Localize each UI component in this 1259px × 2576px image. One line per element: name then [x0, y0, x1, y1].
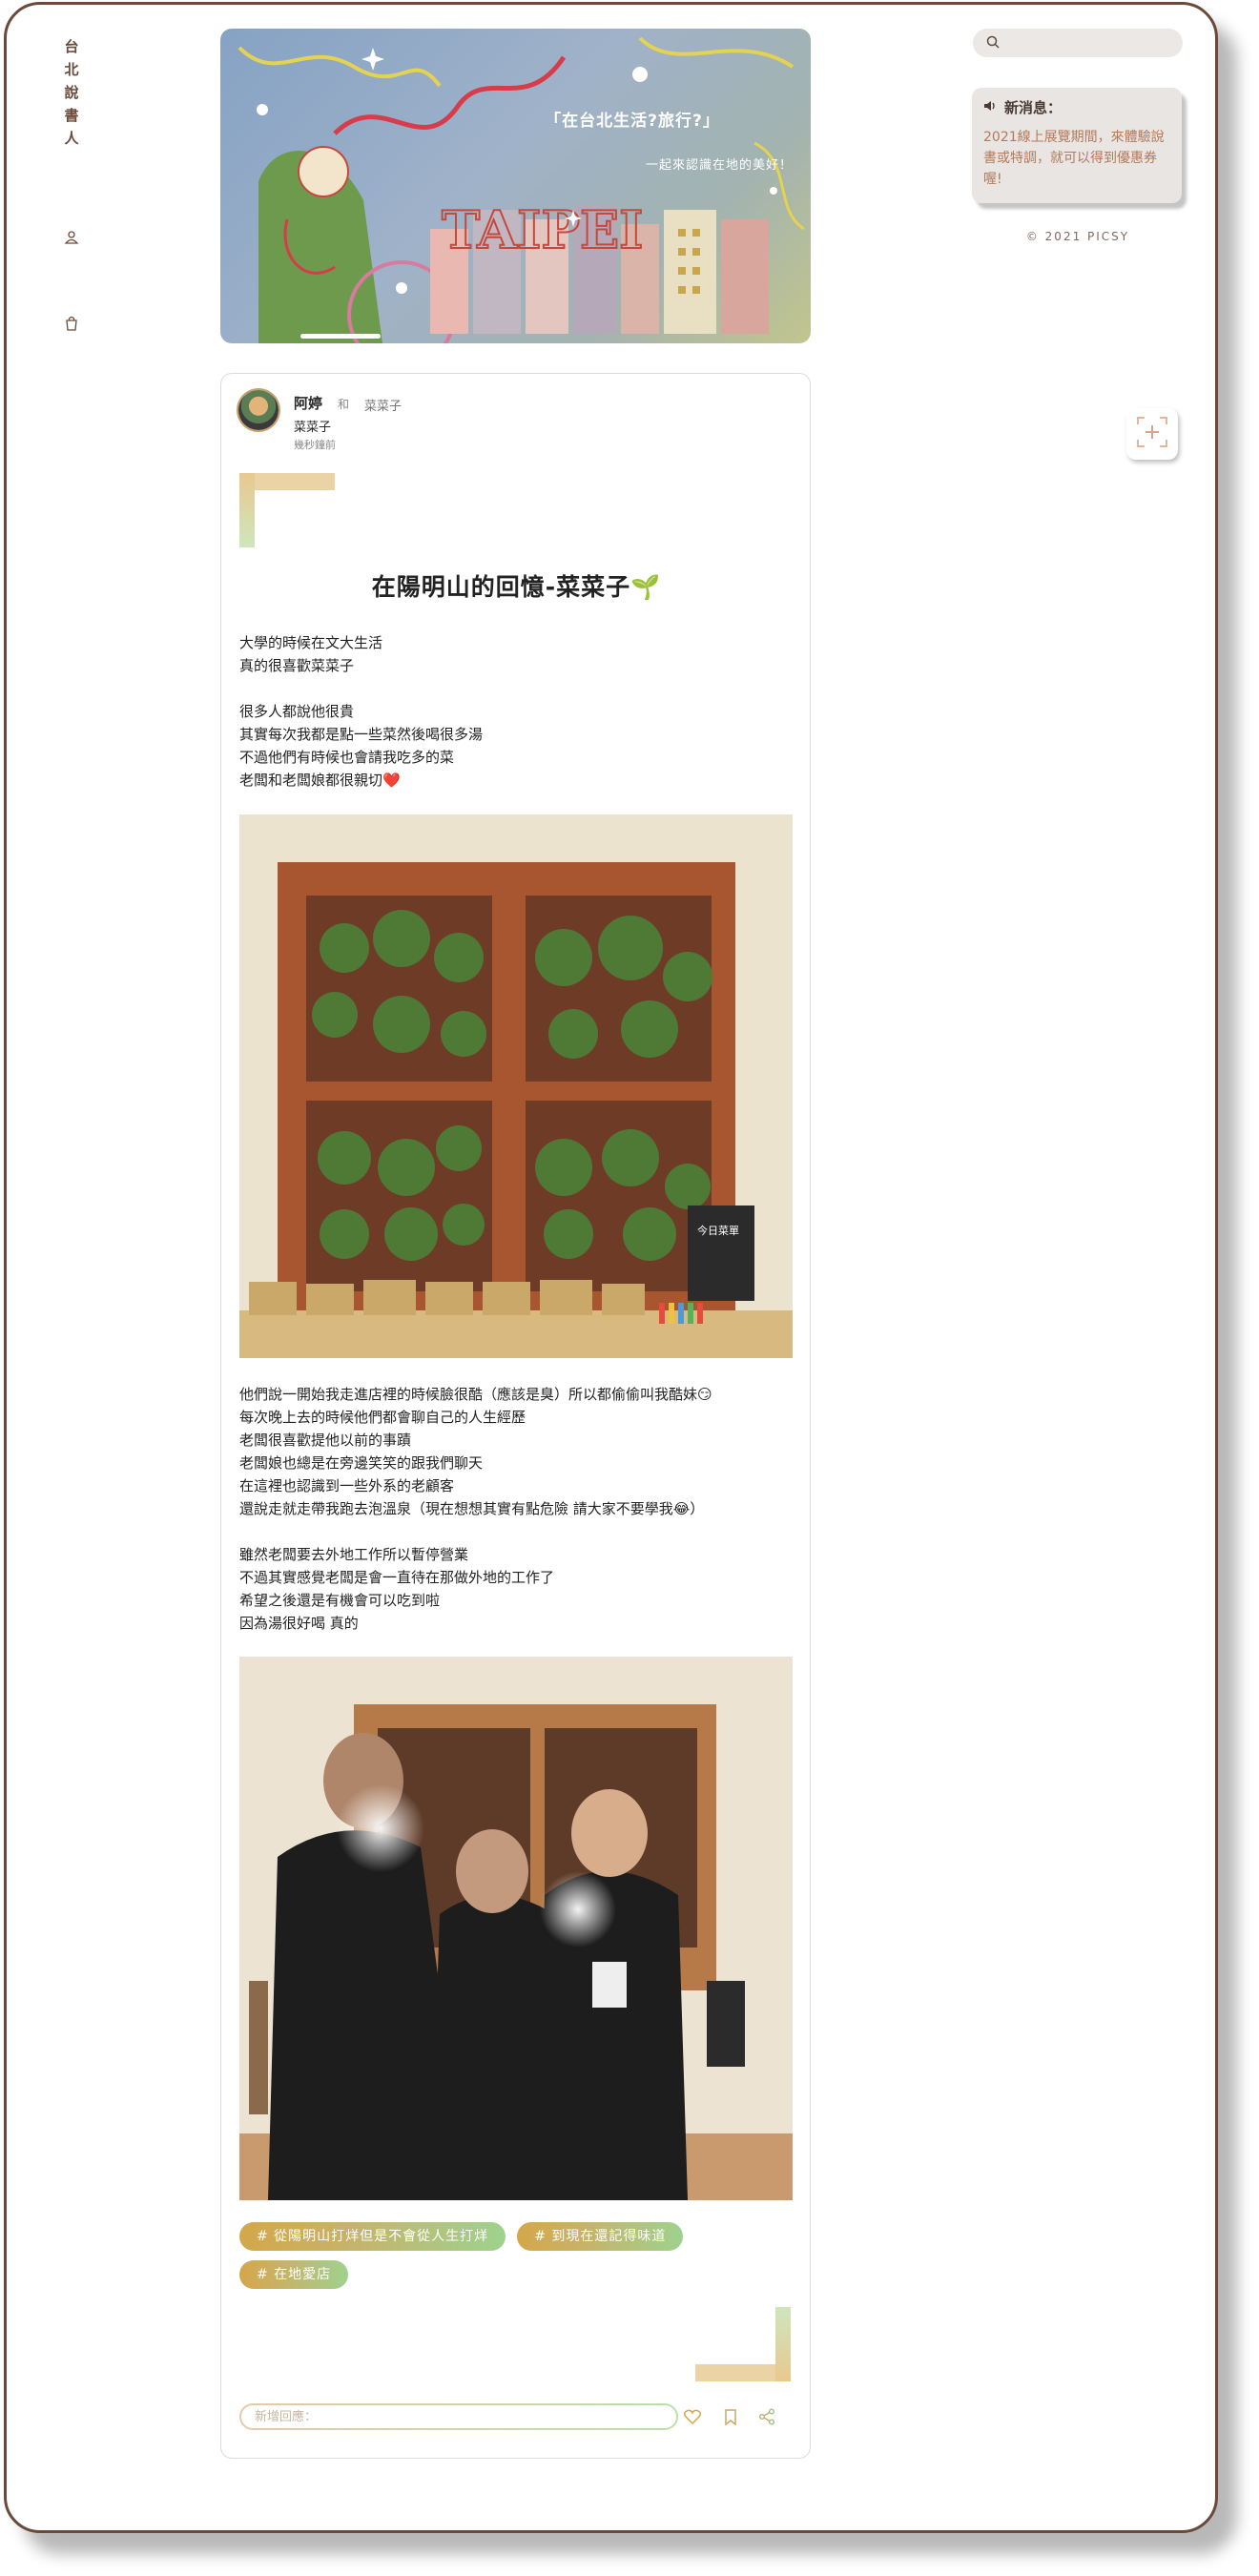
news-panel: 新消息： 2021線上展覽期間，來體驗說書或特調，就可以得到優惠券喔! — [972, 88, 1182, 203]
post-timestamp: 幾秒鐘前 — [294, 439, 336, 451]
hero-banner[interactable]: TAIPEI 「在台北生活?旅行?」 一起來認識在地的美好！ — [220, 29, 811, 343]
carousel-indicator[interactable] — [300, 334, 381, 339]
search-bar[interactable] — [973, 29, 1183, 57]
speaker-icon — [983, 99, 997, 116]
brand-char: 北 — [64, 61, 79, 78]
post-photo-group[interactable] — [239, 1657, 793, 2200]
user-icon[interactable] — [61, 227, 82, 248]
hashtag-chip[interactable]: # 從陽明山打烊但是不會從人生打烊 — [239, 2222, 506, 2251]
news-body: 2021線上展覽期間，來體驗說書或特調，就可以得到優惠券喔! — [983, 130, 1165, 187]
heart-icon[interactable] — [682, 2406, 703, 2427]
brand-char: 台 — [64, 38, 79, 55]
sidebar: 台 北 說 書 人 — [57, 38, 86, 331]
with-label: 和 — [338, 398, 350, 411]
post-paragraph: 他們說一開始我走進店裡的時候臉很酷（應該是臭）所以都偷偷叫我酷妹😏 每次晚上去的… — [239, 1386, 712, 1517]
post-card: 阿婷 和 菜菜子 菜菜子 幾秒鐘前 在陽明山的回憶-菜菜子🌱 大學的時候在文大生… — [220, 373, 811, 2459]
brand-char: 書 — [64, 107, 79, 124]
news-heading: 新消息： — [1004, 99, 1063, 116]
reply-input[interactable] — [239, 2403, 678, 2430]
brand-char: 人 — [64, 130, 79, 147]
brand-logo[interactable]: 台 北 說 書 人 — [57, 38, 86, 147]
corner-decoration — [239, 473, 335, 547]
shopping-bag-icon[interactable] — [61, 313, 82, 334]
banner-subtitle: 一起來認識在地的美好！ — [645, 158, 793, 173]
post-paragraph: 很多人都說他很貴 其實每次我都是點一些菜然後喝很多湯 不過他們有時候也會請我吃多… — [239, 703, 484, 789]
search-input[interactable] — [1007, 34, 1173, 52]
banner-title: 「在台北生活?旅行?」 — [545, 112, 720, 131]
post-paragraph: 大學的時候在文大生活 真的很喜歡菜菜子 — [239, 634, 383, 674]
place-tag[interactable]: 菜菜子 — [364, 396, 402, 414]
author-name[interactable]: 阿婷 — [294, 393, 322, 413]
bookmark-icon[interactable] — [720, 2406, 741, 2427]
copyright: © 2021 PICSY — [1025, 230, 1130, 243]
add-post-button[interactable] — [1126, 408, 1178, 460]
post-title: 在陽明山的回憶-菜菜子🌱 — [371, 573, 662, 601]
post-location[interactable]: 菜菜子 — [294, 417, 331, 435]
hashtag-chip[interactable]: # 在地愛店 — [239, 2260, 349, 2289]
brand-char: 說 — [64, 84, 79, 101]
search-icon — [986, 34, 1000, 52]
avatar[interactable] — [238, 390, 279, 430]
hashtag-chip[interactable]: # 到現在還記得味道 — [517, 2222, 684, 2251]
share-icon[interactable] — [756, 2406, 777, 2427]
menu-board-text: 今日菜單 — [697, 1224, 739, 1237]
tag-list: # 從陽明山打烊但是不會從人生打烊 # 到現在還記得味道 # 在地愛店 — [239, 2222, 793, 2289]
plus-frame-icon — [1136, 416, 1168, 452]
banner-illustration: TAIPEI — [237, 36, 805, 343]
post-photo-herb-wall[interactable]: 今日菜單 — [239, 814, 793, 1358]
corner-decoration — [695, 2307, 791, 2381]
banner-art-text: TAIPEI — [442, 199, 643, 260]
post-paragraph: 雖然老闆要去外地工作所以暫停營業 不過其實感覺老闆是會一直待在那做外地的工作了 … — [239, 1546, 555, 1632]
